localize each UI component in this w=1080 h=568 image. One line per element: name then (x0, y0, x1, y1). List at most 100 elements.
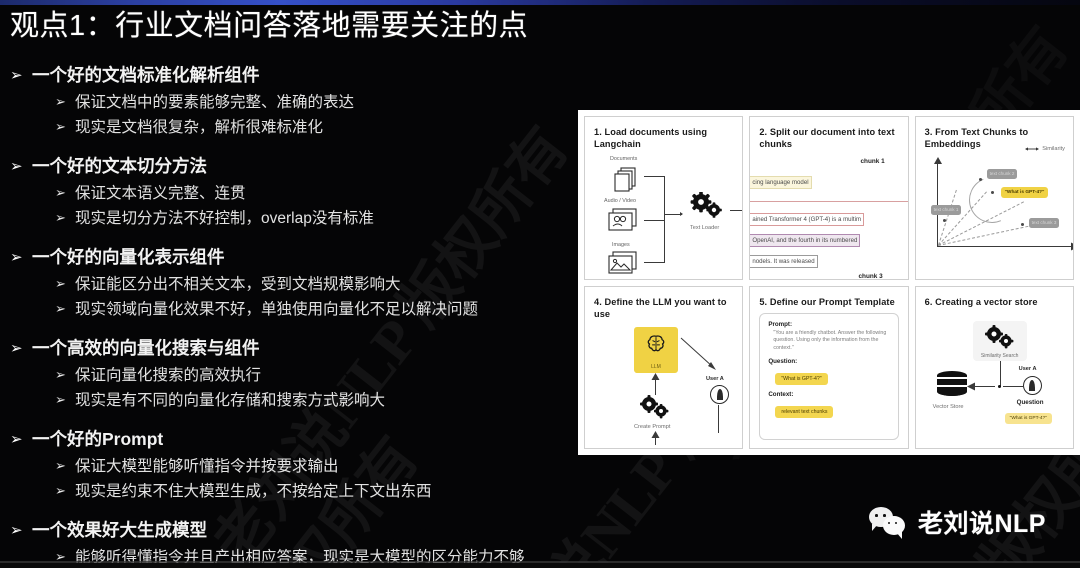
documents-label: Documents (610, 156, 638, 162)
bullet-sub: ➢ 现实是文档很复杂，解析很难标准化 (0, 115, 580, 140)
bullet-sub-text: 现实领域向量化效果不好，单独使用向量化不足以解决问题 (75, 301, 479, 318)
card-title: 5. Define our Prompt Template (759, 296, 895, 307)
connector-line (972, 385, 995, 387)
bullet-heading: ➢ 一个好的文档标准化解析组件 (0, 62, 580, 88)
question-label: Question (1016, 398, 1044, 406)
card-body: Documents Audio / Video Images Text Load… (594, 154, 743, 276)
bullet-heading-text: 一个好的向量化表示组件 (32, 247, 225, 267)
wechat-eye (874, 514, 878, 517)
slide-title: 观点1：行业文档问答落地需要关注的点 (10, 10, 529, 42)
bullet-list: ➢ 一个好的文档标准化解析组件 ➢ 保证文档中的要素能够完整、准确的表达 ➢ 现… (0, 62, 580, 568)
bullet-group: ➢ 一个好的向量化表示组件 ➢ 保证能区分出不相关文本，受到文档规模影响大 ➢ … (0, 244, 580, 322)
create-prompt-gears-icon (640, 394, 670, 425)
user-label: User A (706, 375, 724, 382)
diagram-card-prompt-template: 5. Define our Prompt Template Prompt: "Y… (749, 285, 909, 449)
bullet-heading-text: 一个效果好大生成模型 (32, 520, 207, 540)
question-label: Question: (768, 358, 798, 366)
vector-store-icon (936, 370, 967, 397)
bullet-sub-text: 现实是有不同的向量化存储和搜索方式影响大 (75, 392, 386, 409)
prompt-template-box: Prompt: "You are a friendly chatbot. Ans… (759, 312, 899, 440)
audio-video-label: Audio / Video (604, 198, 636, 204)
similarity-search-gears-icon (984, 324, 1016, 356)
bullet-sub-marker-icon: ➢ (55, 211, 66, 226)
bullet-sub-marker-icon: ➢ (55, 277, 66, 292)
question-chip: "What is GPT-4?" (1004, 412, 1052, 424)
text-chunk-label: text chunk 2 (986, 169, 1018, 179)
slide-root: 老刘说NLP 版权所有 老刘说NLP 版权所有 老刘说NLP 版权所有 老刘说N… (0, 0, 1080, 568)
chunk-divider (750, 201, 908, 202)
connector-line (664, 176, 665, 263)
bullet-sub-text: 现实是约束不住大模型生成，不按给定上下文出东西 (75, 483, 432, 500)
rag-pipeline-diagram: 1. Load documents using Langchain Docume… (578, 110, 1080, 455)
bullet-heading: ➢ 一个好的向量化表示组件 (0, 244, 580, 270)
llm-box: LLM (634, 326, 678, 373)
arrow-head-icon (680, 212, 683, 216)
x-axis (936, 246, 1073, 248)
bullet-sub: ➢ 现实领域向量化效果不好，单独使用向量化不足以解决问题 (0, 297, 580, 322)
bullet-sub-marker-icon: ➢ (55, 95, 66, 110)
card-title: 6. Creating a vector store (924, 296, 1038, 307)
bullet-group: ➢ 一个高效的向量化搜索与组件 ➢ 保证向量化搜索的高效执行 ➢ 现实是有不同的… (0, 335, 580, 413)
footer-logo: 老刘说NLP (868, 504, 1046, 540)
bullet-sub-marker-icon: ➢ (55, 459, 66, 474)
bullet-sub-marker-icon: ➢ (55, 186, 66, 201)
bullet-sub-marker-icon: ➢ (55, 484, 66, 499)
user-label: User A (1018, 365, 1037, 372)
similarity-legend: Similarity (1025, 145, 1065, 153)
bullet-sub-text: 保证文档中的要素能够完整、准确的表达 (75, 94, 355, 111)
bullet-marker-icon: ➢ (10, 430, 23, 448)
chunk-text-row: ained Transformer 4 (GPT-4) is a multim (750, 208, 898, 226)
connector-line (1002, 385, 1023, 387)
bullet-sub: ➢ 现实是切分方法不好控制，overlap没有标准 (0, 206, 580, 231)
diagram-card-load-documents: 1. Load documents using Langchain Docume… (584, 116, 744, 280)
bullet-heading-text: 一个好的文本切分方法 (32, 156, 207, 176)
bullet-sub: ➢ 现实是有不同的向量化存储和搜索方式影响大 (0, 388, 580, 413)
create-prompt-label: Create Prompt (634, 423, 671, 430)
bullet-sub: ➢ 保证向量化搜索的高效执行 (0, 363, 580, 388)
images-label: Images (612, 242, 630, 248)
bullet-sub-text: 保证文本语义完整、连贯 (75, 185, 246, 202)
bullet-group: ➢ 一个好的文本切分方法 ➢ 保证文本语义完整、连贯 ➢ 现实是切分方法不好控制… (0, 153, 580, 231)
similarity-arc (961, 170, 1022, 230)
bullet-sub-marker-icon: ➢ (55, 393, 66, 408)
chunk1-label: chunk 1 (860, 158, 885, 165)
prompt-text: "You are a friendly chatbot. Answer the … (773, 329, 887, 351)
connector-line (718, 404, 719, 433)
similarity-search-label: Similarity Search (980, 352, 1019, 359)
bullet-sub: ➢ 保证文档中的要素能够完整、准确的表达 (0, 90, 580, 115)
chunk-text-row: nodels. It was released (750, 250, 898, 268)
junction-dot (997, 384, 1001, 388)
x-axis-arrow-icon (1070, 242, 1073, 251)
connector-line (644, 176, 664, 177)
connector-line (644, 220, 664, 221)
chunk-text-line: cing language model (750, 176, 812, 189)
arrow-left-icon (966, 382, 975, 390)
card-body: Similarity Search Vector Store User A Qu… (925, 320, 1064, 445)
double-arrow-icon (1025, 147, 1040, 151)
connector-line (999, 360, 1001, 387)
chunk-text-line: ained Transformer 4 (GPT-4) is a multim (750, 213, 865, 226)
bullet-sub-text: 保证向量化搜索的高效执行 (75, 367, 262, 384)
bullet-sub-marker-icon: ➢ (55, 120, 66, 135)
user-avatar-icon (1022, 375, 1042, 395)
context-chip: relevant text chunks (775, 406, 834, 419)
bottom-edge (0, 563, 1080, 568)
arrow-up-icon (651, 430, 660, 438)
question-chip: "What is GPT-4?" (775, 373, 828, 386)
similarity-label: Similarity (1042, 146, 1065, 152)
bullet-marker-icon: ➢ (10, 66, 23, 84)
embedding-plot: text chunk 2 "What is GPT-4?" text chunk… (925, 157, 1073, 271)
y-axis-arrow-icon (933, 157, 942, 164)
bullet-sub-marker-icon: ➢ (55, 368, 66, 383)
brain-icon (647, 335, 665, 352)
chunk3-label: chunk 3 (858, 273, 883, 280)
prompt-label: Prompt: (768, 320, 793, 328)
documents-icon (614, 167, 636, 192)
chunk-text-line: OpenAI, and the fourth in its numbered (750, 234, 861, 247)
diagram-card-define-llm: 4. Define the LLM you want to use LLM Us… (584, 285, 744, 449)
bullet-marker-icon: ➢ (10, 521, 23, 539)
wechat-bubble-small (882, 516, 905, 539)
text-chunk-label: text chunk 1 (930, 205, 962, 215)
bullet-heading: ➢ 一个效果好大生成模型 (0, 517, 580, 543)
bullet-heading-text: 一个好的Prompt (32, 429, 164, 449)
